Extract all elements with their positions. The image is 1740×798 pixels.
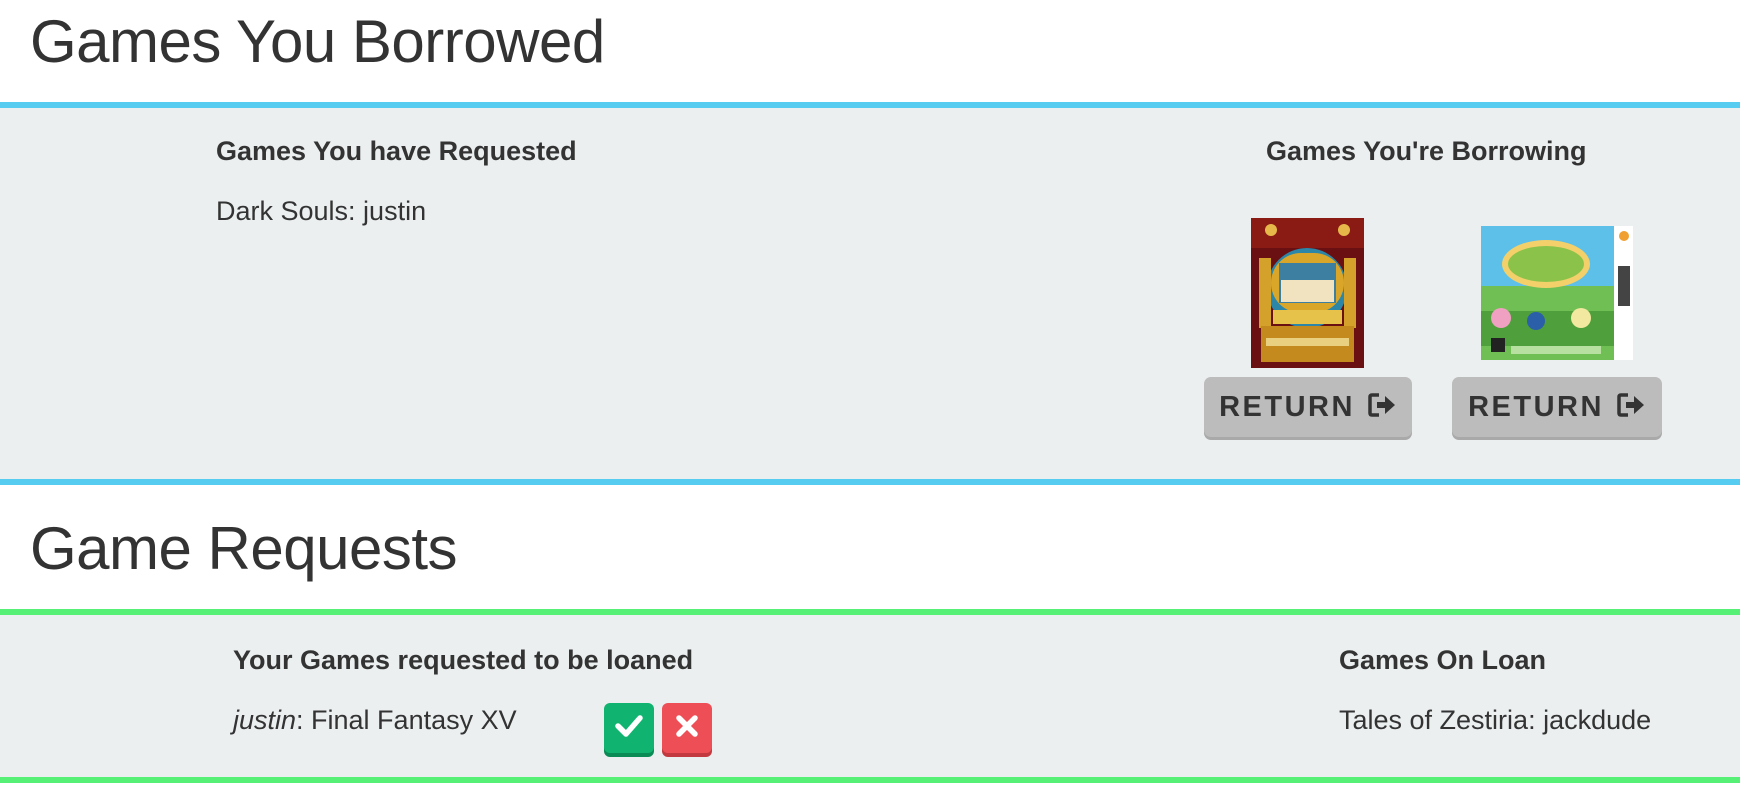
requested-item: Dark Souls: justin [216,196,427,226]
close-icon [674,713,700,744]
sign-out-icon [1367,392,1397,423]
game-cover-theatrhythm[interactable] [1251,218,1364,368]
borrowed-panel: Games You have Requested Dark Souls: jus… [0,102,1740,485]
return-button[interactable]: RETURN [1204,377,1412,437]
return-label: RETURN [1219,390,1355,423]
sign-out-icon [1616,392,1646,423]
requested-game: : Final Fantasy XV [296,705,517,735]
incoming-heading: Your Games requested to be loaned [233,645,694,675]
requester-name: justin [233,705,297,735]
incoming-request-item: justin: Final Fantasy XV [233,705,517,736]
return-button[interactable]: RETURN [1452,377,1662,437]
on-loan-item: Tales of Zestiria: jackdude [1339,705,1652,735]
requests-title: Game Requests [30,515,458,582]
game-cover-animal-crossing[interactable] [1481,226,1633,360]
requested-heading: Games You have Requested [216,136,577,166]
return-label: RETURN [1468,390,1604,423]
borrowing-heading: Games You're Borrowing [1266,136,1587,166]
requests-panel: Your Games requested to be loaned justin… [0,609,1740,783]
check-icon [614,713,644,744]
decline-button[interactable] [662,703,712,753]
on-loan-heading: Games On Loan [1339,645,1547,675]
accept-button[interactable] [604,703,654,753]
borrowed-title: Games You Borrowed [30,8,605,75]
